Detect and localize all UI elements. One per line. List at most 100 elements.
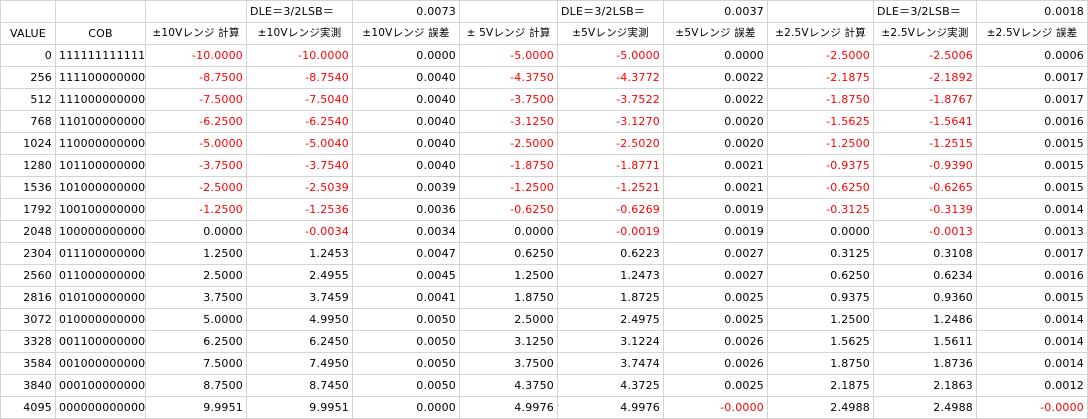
measured-5v-cell[interactable]: 1.8725 [557,286,664,309]
calc-10v-cell[interactable]: -10.0000 [145,44,247,67]
calc-5v-cell[interactable]: -1.8750 [459,154,558,177]
calc-2-5v-cell[interactable]: 2.1875 [767,374,874,397]
measured-5v-cell[interactable]: 3.7474 [557,352,664,375]
value-cell[interactable]: 256 [0,66,56,89]
error-5v-cell[interactable]: 0.0022 [663,66,768,89]
error-10v-cell[interactable]: 0.0045 [352,264,460,287]
calc-5v-cell[interactable]: 0.0000 [459,220,558,243]
error-10v-cell[interactable]: 0.0041 [352,286,460,309]
measured-2-5v-cell[interactable]: 0.3108 [873,242,977,265]
error-5v-cell[interactable]: 0.0019 [663,198,768,221]
dle-label-5v[interactable]: DLE＝3/2LSB＝ [557,0,664,23]
error-5v-cell[interactable]: 0.0000 [663,44,768,67]
calc-5v-cell[interactable]: -5.0000 [459,44,558,67]
measured-10v-cell[interactable]: 4.9950 [246,308,353,331]
measured-5v-cell[interactable]: -1.2521 [557,176,664,199]
measured-2-5v-cell[interactable]: -0.3139 [873,198,977,221]
measured-2-5v-cell[interactable]: -0.6265 [873,176,977,199]
calc-5v-cell[interactable]: 3.1250 [459,330,558,353]
calc-5v-cell[interactable]: -3.1250 [459,110,558,133]
calc-10v-cell[interactable]: 5.0000 [145,308,247,331]
value-cell[interactable]: 0 [0,44,56,67]
calc-5v-cell[interactable]: 4.3750 [459,374,558,397]
calc-2-5v-cell[interactable]: -0.6250 [767,176,874,199]
empty-cell[interactable] [767,0,874,23]
measured-5v-cell[interactable]: -0.6269 [557,198,664,221]
column-header-5v-measured[interactable]: ±5Vレンジ実測 [557,22,664,45]
calc-5v-cell[interactable]: 2.5000 [459,308,558,331]
cob-cell[interactable]: 111100000000 [55,66,146,89]
column-header-5v-calc[interactable]: ± 5Vレンジ 計算 [459,22,558,45]
measured-5v-cell[interactable]: 1.2473 [557,264,664,287]
measured-10v-cell[interactable]: -3.7540 [246,154,353,177]
calc-5v-cell[interactable]: -1.2500 [459,176,558,199]
measured-10v-cell[interactable]: -7.5040 [246,88,353,111]
cob-cell[interactable]: 011100000000 [55,242,146,265]
calc-10v-cell[interactable]: 8.7500 [145,374,247,397]
error-2-5v-cell[interactable]: 0.0016 [976,110,1088,133]
error-10v-cell[interactable]: 0.0050 [352,374,460,397]
measured-5v-cell[interactable]: 4.3725 [557,374,664,397]
error-5v-cell[interactable]: 0.0027 [663,242,768,265]
value-cell[interactable]: 2048 [0,220,56,243]
cob-cell[interactable]: 101000000000 [55,176,146,199]
value-cell[interactable]: 2560 [0,264,56,287]
error-2-5v-cell[interactable]: 0.0014 [976,308,1088,331]
measured-10v-cell[interactable]: -6.2540 [246,110,353,133]
error-5v-cell[interactable]: 0.0026 [663,330,768,353]
measured-2-5v-cell[interactable]: -0.0013 [873,220,977,243]
column-header-5v-error[interactable]: ±5Vレンジ 誤差 [663,22,768,45]
measured-10v-cell[interactable]: 7.4950 [246,352,353,375]
calc-2-5v-cell[interactable]: -0.3125 [767,198,874,221]
empty-cell[interactable] [0,0,56,23]
value-cell[interactable]: 1536 [0,176,56,199]
error-2-5v-cell[interactable]: 0.0017 [976,66,1088,89]
calc-10v-cell[interactable]: 1.2500 [145,242,247,265]
error-2-5v-cell[interactable]: 0.0015 [976,286,1088,309]
calc-10v-cell[interactable]: -6.2500 [145,110,247,133]
measured-5v-cell[interactable]: 3.1224 [557,330,664,353]
value-cell[interactable]: 3072 [0,308,56,331]
cob-cell[interactable]: 110000000000 [55,132,146,155]
measured-2-5v-cell[interactable]: 2.1863 [873,374,977,397]
calc-10v-cell[interactable]: 0.0000 [145,220,247,243]
calc-2-5v-cell[interactable]: 0.3125 [767,242,874,265]
measured-10v-cell[interactable]: -0.0034 [246,220,353,243]
error-2-5v-cell[interactable]: 0.0016 [976,264,1088,287]
measured-5v-cell[interactable]: -2.5020 [557,132,664,155]
calc-2-5v-cell[interactable]: 1.8750 [767,352,874,375]
measured-10v-cell[interactable]: 6.2450 [246,330,353,353]
error-5v-cell[interactable]: 0.0022 [663,88,768,111]
cob-cell[interactable]: 110100000000 [55,110,146,133]
cob-cell[interactable]: 011000000000 [55,264,146,287]
calc-5v-cell[interactable]: 1.8750 [459,286,558,309]
error-10v-cell[interactable]: 0.0050 [352,352,460,375]
dle-label-2-5v[interactable]: DLE＝3/2LSB＝ [873,0,977,23]
cob-cell[interactable]: 100000000000 [55,220,146,243]
error-5v-cell[interactable]: 0.0025 [663,286,768,309]
error-5v-cell[interactable]: 0.0020 [663,110,768,133]
error-10v-cell[interactable]: 0.0040 [352,154,460,177]
error-2-5v-cell[interactable]: 0.0017 [976,242,1088,265]
value-cell[interactable]: 768 [0,110,56,133]
value-cell[interactable]: 1024 [0,132,56,155]
error-10v-cell[interactable]: 0.0000 [352,44,460,67]
cob-cell[interactable]: 100100000000 [55,198,146,221]
measured-2-5v-cell[interactable]: 0.9360 [873,286,977,309]
measured-2-5v-cell[interactable]: -2.5006 [873,44,977,67]
error-2-5v-cell[interactable]: 0.0015 [976,132,1088,155]
measured-10v-cell[interactable]: -5.0040 [246,132,353,155]
error-5v-cell[interactable]: 0.0026 [663,352,768,375]
value-cell[interactable]: 3840 [0,374,56,397]
calc-5v-cell[interactable]: 1.2500 [459,264,558,287]
error-5v-cell[interactable]: 0.0025 [663,308,768,331]
column-header-10v-calc[interactable]: ±10Vレンジ 計算 [145,22,247,45]
measured-10v-cell[interactable]: 8.7450 [246,374,353,397]
measured-5v-cell[interactable]: -3.1270 [557,110,664,133]
cob-cell[interactable]: 111000000000 [55,88,146,111]
error-10v-cell[interactable]: 0.0039 [352,176,460,199]
error-10v-cell[interactable]: 0.0040 [352,88,460,111]
error-10v-cell[interactable]: 0.0050 [352,330,460,353]
error-5v-cell[interactable]: 0.0021 [663,154,768,177]
calc-5v-cell[interactable]: -3.7500 [459,88,558,111]
